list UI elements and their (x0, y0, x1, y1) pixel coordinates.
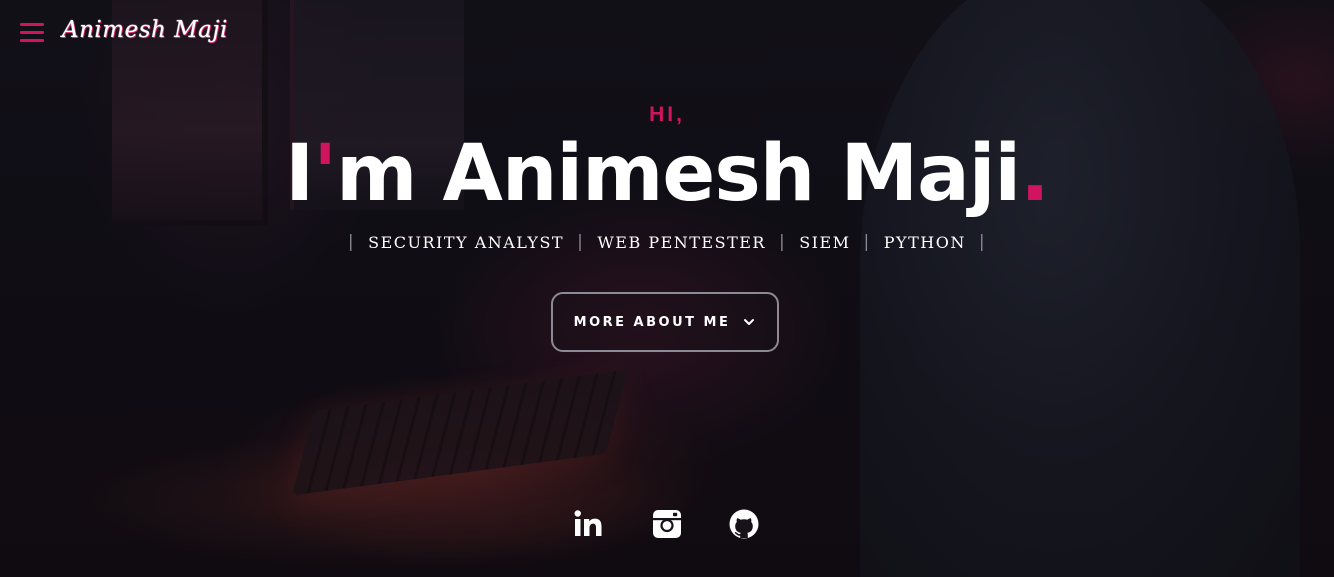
background-overlay (0, 0, 1334, 577)
role-separator: | (863, 232, 871, 252)
linkedin-icon[interactable] (573, 508, 605, 540)
chevron-down-icon (744, 319, 755, 325)
github-icon-glyph (729, 509, 759, 539)
menu-line (20, 31, 44, 34)
github-icon[interactable] (728, 508, 760, 540)
role-separator: | (778, 232, 787, 252)
hero-title-initial: I (285, 129, 314, 219)
role-separator: | (978, 232, 987, 252)
role-item-web-pentester: WEB PENTESTER (597, 232, 766, 252)
hero-greeting: HI, (649, 103, 685, 126)
site-logo[interactable]: Animesh Maji (62, 17, 228, 43)
instagram-icon[interactable] (651, 508, 683, 540)
menu-line (20, 39, 44, 42)
role-separator: | (577, 232, 585, 252)
linkedin-icon-glyph (574, 510, 602, 536)
role-item-security-analyst: SECURITY ANALYST (368, 232, 565, 252)
hero-title-name: m Animesh Maji (336, 129, 1021, 219)
hero-page: Animesh Maji HI, I'm Animesh Maji. | SEC… (0, 0, 1334, 577)
hero-title-dot: . (1020, 129, 1050, 219)
hamburger-menu-icon[interactable] (20, 23, 44, 43)
more-about-me-button[interactable]: MORE ABOUT ME (551, 292, 779, 352)
role-item-python: PYTHON (883, 232, 966, 252)
instagram-icon-glyph (653, 510, 681, 538)
more-about-me-label: MORE ABOUT ME (573, 314, 731, 330)
role-separator: | (347, 232, 356, 252)
role-list: | SECURITY ANALYST | WEB PENTESTER | SIE… (0, 232, 1334, 252)
menu-line (20, 23, 44, 26)
hero-title-apostrophe: ' (313, 129, 337, 219)
hero-title: I'm Animesh Maji. (0, 126, 1334, 222)
role-item-siem: SIEM (799, 232, 851, 252)
